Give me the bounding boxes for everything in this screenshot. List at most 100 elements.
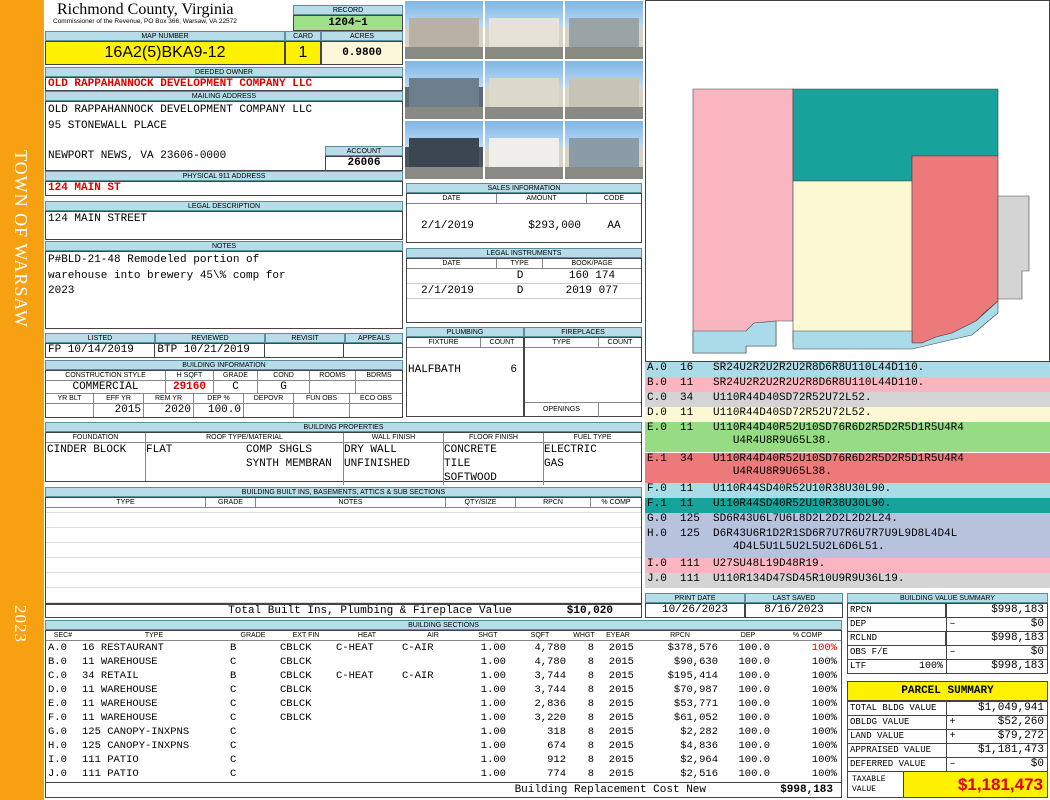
section-cell: I.0 xyxy=(48,754,67,766)
section-cell xyxy=(334,753,400,767)
section-cell: 2015 xyxy=(608,740,634,752)
section-cell: 3,220 xyxy=(534,712,566,724)
taxable-label-1: TAXABLE xyxy=(852,775,886,784)
segment-row: F.0 11 U110R44SD40R52U10R38U30L90. xyxy=(645,483,1050,498)
property-photo xyxy=(404,120,484,180)
section-cell: 100.0 xyxy=(738,726,770,738)
sales-amount-header: AMOUNT xyxy=(497,194,587,204)
seg-code: 11 xyxy=(680,483,694,495)
section-cell: 100.0 xyxy=(738,656,770,668)
property-photo xyxy=(564,60,644,120)
section-cell: A.0 xyxy=(48,642,67,654)
section-cell xyxy=(334,655,400,669)
fp-type-header: TYPE xyxy=(525,338,599,348)
section-cell: B xyxy=(230,670,237,682)
value-row: RPCN $998,183 xyxy=(848,604,1047,618)
section-cell: 100% xyxy=(811,754,837,766)
seg-text: U110R44D40R52U10SD76R6D2R5D2R5D1R5U4R4 xyxy=(713,422,964,434)
card-number: 1 xyxy=(285,41,321,65)
seg-label: I.0 xyxy=(647,558,667,570)
dep-header: DEP % xyxy=(194,394,244,404)
col-header: RPCN xyxy=(670,632,690,639)
section-cell: 8 xyxy=(587,642,594,654)
card-header: CARD xyxy=(285,31,321,41)
reviewed-value: BTP 10/21/2019 xyxy=(155,344,265,357)
fp-count-header: COUNT xyxy=(599,338,641,348)
col-header: TYPE xyxy=(144,632,164,639)
section-cell: $378,576 xyxy=(667,642,718,654)
section-cell: $53,771 xyxy=(673,698,718,710)
section-cell: 8 xyxy=(587,698,594,710)
seg-text: D6R43U6R1D2R1SD6R7U7R6U7R7U9L9D8L4D4L xyxy=(713,528,958,540)
taxable-value: $1,181,473 xyxy=(904,772,1047,797)
segment-row: C.0 34 U110R44D40SD72R52U72L52. xyxy=(645,392,1050,407)
deeded-owner: OLD RAPPAHANNOCK DEVELOPMENT COMPANY LLC xyxy=(45,77,403,91)
value-label: LTF xyxy=(850,661,867,671)
depovr-header: DEPOVR xyxy=(244,394,294,404)
sales-date: 2/1/2019 xyxy=(421,220,474,232)
segment-row: G.0 125 SD6R43U6L7U6L8D2L2D2L2D2L24. xyxy=(645,513,1050,528)
section-cell: C xyxy=(230,726,237,738)
mailing-address-header: MAILING ADDRESS xyxy=(45,91,403,101)
bi-comp-header: % COMP xyxy=(591,498,641,508)
section-cell: 125 CANOPY-INXPNS xyxy=(82,740,190,752)
sections-header-row: SEC# TYPE GRADE EXT FIN HEAT AIR SHGT SQ… xyxy=(46,631,841,641)
seg-code: 34 xyxy=(680,392,694,404)
section-cell: 2015 xyxy=(608,726,634,738)
section-cell: 100% xyxy=(811,768,837,780)
seg-text: U110R44SD40R52U10R38U30L90. xyxy=(713,483,892,495)
col-header: WHGT xyxy=(573,632,595,639)
instr-book-header: BOOK/PAGE xyxy=(543,259,641,269)
section-cell: 1.00 xyxy=(480,754,506,766)
section-cell: 111 PATIO xyxy=(82,768,139,780)
seg-label: F.1 xyxy=(647,498,667,510)
col-header: DEP xyxy=(740,632,756,639)
parcel-label: TOTAL BLDG VALUE xyxy=(850,703,937,713)
instr-type: D xyxy=(516,285,524,297)
value-amount: $0 xyxy=(1030,618,1044,630)
parcel-value: $1,049,941 xyxy=(977,702,1044,714)
section-cell: 4,780 xyxy=(534,642,566,654)
section-cell: 8 xyxy=(587,670,594,682)
parcel-summary-box: TOTAL BLDG VALUE $1,049,941 OBLDG VALUE + $… xyxy=(847,701,1048,772)
section-cell: 1.00 xyxy=(480,684,506,696)
section-cell xyxy=(334,697,400,711)
section-cell xyxy=(278,767,334,781)
hsqft-header: H SQFT xyxy=(166,371,214,381)
building-sections-header: BUILDING SECTIONS xyxy=(45,620,842,630)
section-cell xyxy=(400,767,466,781)
notes-box: P#BLD-21-48 Remodeled portion of warehou… xyxy=(45,251,403,329)
seg-text: U110R44D40SD72R52U72L52. xyxy=(713,407,872,419)
seg-text: U110R44SD40R52U10R38U30L90. xyxy=(713,498,892,510)
seg-label: D.0 xyxy=(647,407,667,419)
col-header: EXT FIN xyxy=(292,632,320,639)
section-cell: 11 WAREHOUSE xyxy=(82,684,158,696)
section-cell xyxy=(334,767,400,781)
value-row: DEP – $0 xyxy=(848,618,1047,632)
sales-code-header: CODE xyxy=(587,194,641,204)
print-date-header: PRINT DATE xyxy=(645,593,745,603)
bi-grade-header: GRADE xyxy=(206,498,256,508)
seg-text: U27SU48L19D48R19. xyxy=(713,558,826,570)
seg-code: 111 xyxy=(680,558,700,570)
replacement-cost-label: Building Replacement Cost New xyxy=(514,784,706,796)
fixture-count: 6 xyxy=(510,364,517,376)
bi-rpcn-header: RPCN xyxy=(516,498,591,508)
section-cell: CBLCK xyxy=(280,698,312,710)
construction-style: COMMERCIAL xyxy=(46,381,166,393)
seg-label: A.0 xyxy=(647,362,667,374)
segment-row: H.0 125 D6R43U6R1D2R1SD6R7U7R6U7R7U9L9D8… xyxy=(645,528,1050,558)
value-amount: $998,183 xyxy=(946,660,1047,673)
parcel-op xyxy=(946,744,958,757)
seg-text-cont: 4D4L5U1L5U2L5U2L6D6L51. xyxy=(732,541,885,553)
seg-text-cont: U4R4U8R9U65L38. xyxy=(732,435,832,447)
town-label: TOWN OF WARSAW xyxy=(11,150,31,328)
parcel-row: DEFERRED VALUE – $0 xyxy=(848,758,1047,772)
section-cell xyxy=(278,725,334,739)
building-info-box: CONSTRUCTION STYLE H SQFT GRADE COND ROO… xyxy=(45,370,403,418)
section-cell: 8 xyxy=(587,726,594,738)
section-cell xyxy=(400,655,466,669)
seg-text: U110R134D47SD45R10U9R9U36L19. xyxy=(713,573,905,585)
section-cell: 100% xyxy=(811,726,837,738)
seg-code: 34 xyxy=(680,453,694,465)
